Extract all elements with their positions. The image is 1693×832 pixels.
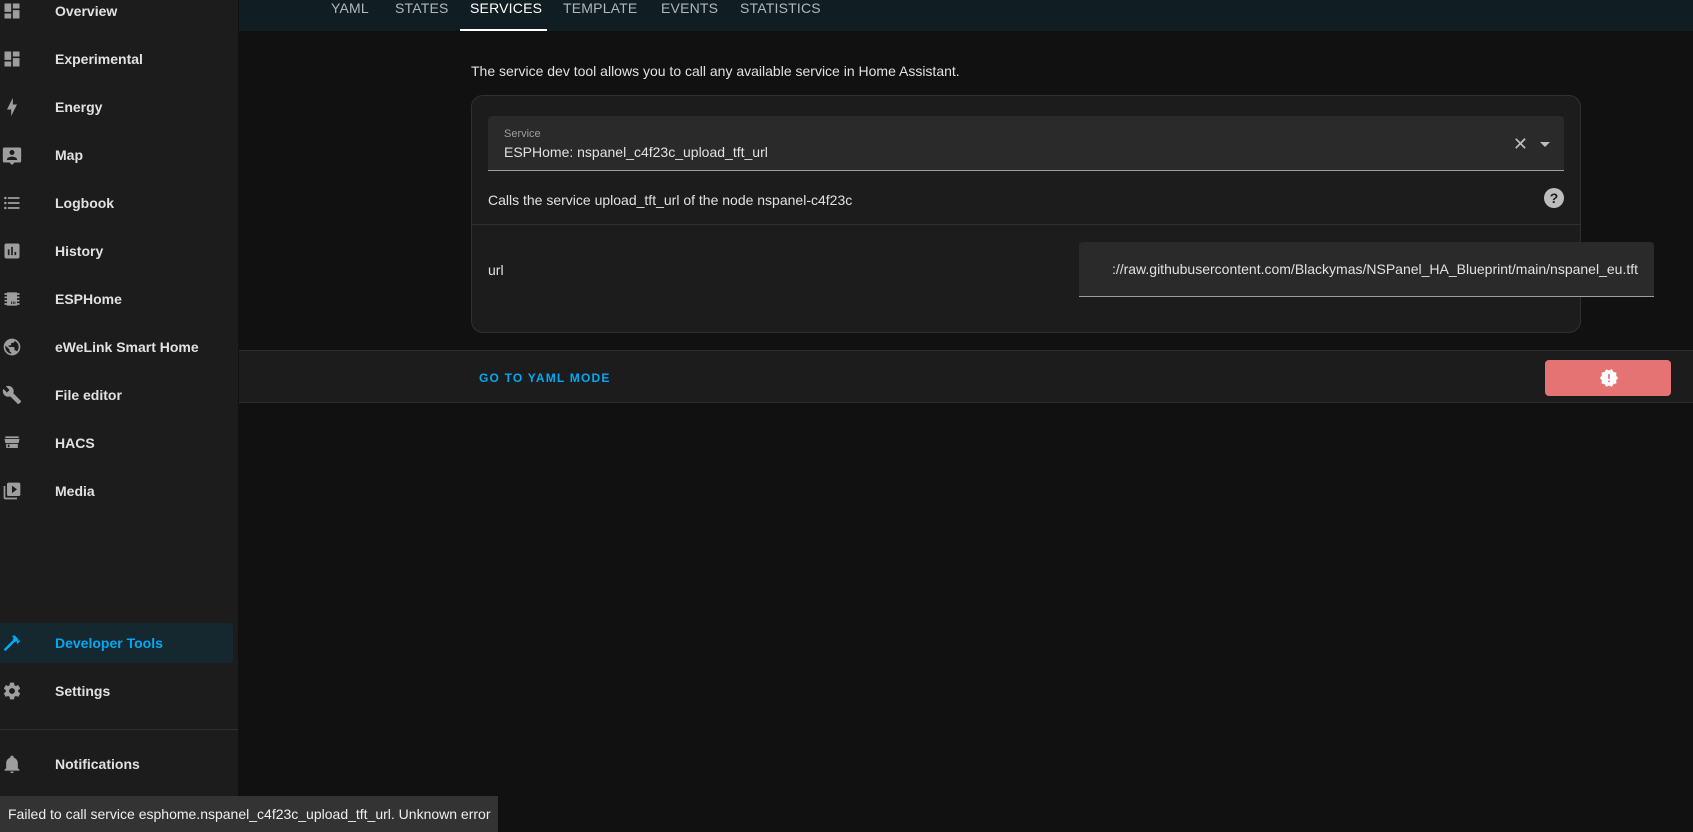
tab-bar: YAML STATES SERVICES TEMPLATE EVENTS STA…	[239, 0, 1693, 31]
sidebar-item-label: Overview	[55, 3, 118, 19]
intro-text: The service dev tool allows you to call …	[471, 63, 960, 79]
sidebar-item-label: File editor	[55, 387, 122, 403]
service-field-value: ESPHome: nspanel_c4f23c_upload_tft_url	[504, 144, 768, 160]
sidebar-item-label: Media	[55, 483, 95, 499]
tab-label: STATES	[395, 0, 449, 16]
sidebar-item-energy[interactable]: Energy	[0, 87, 233, 127]
sidebar-item-logbook[interactable]: Logbook	[0, 183, 233, 223]
service-card: Service ESPHome: nspanel_c4f23c_upload_t…	[471, 95, 1654, 333]
sidebar-item-label: Map	[55, 147, 83, 163]
close-icon[interactable]: ✕	[1513, 135, 1528, 153]
play-box-multiple-icon	[0, 479, 24, 503]
service-picker[interactable]: Service ESPHome: nspanel_c4f23c_upload_t…	[488, 116, 1564, 171]
sidebar-item-label: Energy	[55, 99, 103, 115]
sidebar-item-label: Logbook	[55, 195, 115, 211]
tab-yaml[interactable]: YAML	[331, 0, 371, 31]
hammer-icon	[0, 631, 24, 655]
chevron-down-icon[interactable]	[1540, 142, 1550, 147]
tab-services[interactable]: SERVICES	[460, 0, 547, 31]
sidebar: Overview Experimental Energy Map Logbook…	[0, 0, 239, 832]
bell-icon	[0, 752, 24, 776]
chart-box-icon	[0, 239, 24, 263]
sidebar-item-label: Experimental	[55, 51, 143, 67]
sidebar-item-label: History	[55, 243, 104, 259]
sidebar-item-hacs[interactable]: HACS	[0, 423, 233, 463]
error-toast: Failed to call service esphome.nspanel_c…	[0, 796, 498, 832]
sidebar-item-media[interactable]: Media	[0, 471, 233, 511]
sidebar-item-label: Settings	[55, 683, 111, 699]
sidebar-item-label: HACS	[55, 435, 95, 451]
map-account-icon	[0, 143, 24, 167]
tab-statistics[interactable]: STATISTICS	[740, 0, 821, 31]
go-to-yaml-mode-button[interactable]: GO TO YAML MODE	[479, 371, 611, 385]
service-field-label: Service	[504, 128, 541, 140]
tab-states[interactable]: STATES	[395, 0, 449, 31]
earth-icon	[0, 335, 24, 359]
tab-label: EVENTS	[661, 0, 719, 16]
sidebar-item-developer-tools[interactable]: Developer Tools	[0, 623, 233, 663]
tab-label: STATISTICS	[740, 0, 821, 16]
tab-label: SERVICES	[470, 0, 543, 16]
lightning-bolt-icon	[0, 95, 24, 119]
format-list-bulleted-icon	[0, 191, 24, 215]
wrench-icon	[0, 383, 24, 407]
sidebar-item-esphome[interactable]: ESPHome	[0, 279, 233, 319]
tab-label: YAML	[331, 0, 369, 16]
sidebar-item-ewelink[interactable]: eWeLink Smart Home	[0, 327, 233, 367]
sidebar-item-label: ESPHome	[55, 291, 122, 307]
help-icon[interactable]: ?	[1544, 188, 1564, 208]
chip-icon	[0, 287, 24, 311]
sidebar-item-experimental[interactable]: Experimental	[0, 39, 233, 79]
hacs-store-icon	[0, 431, 24, 455]
sidebar-divider	[0, 729, 238, 730]
url-field[interactable]	[1079, 242, 1654, 297]
action-bar: GO TO YAML MODE	[239, 350, 1693, 403]
tab-events[interactable]: EVENTS	[661, 0, 719, 31]
service-description: Calls the service upload_tft_url of the …	[488, 192, 853, 208]
sidebar-item-label: Developer Tools	[55, 635, 163, 651]
url-input[interactable]	[1079, 242, 1654, 296]
sidebar-item-settings[interactable]: Settings	[0, 671, 233, 711]
view-dashboard-icon	[0, 0, 24, 23]
sidebar-item-file-editor[interactable]: File editor	[0, 375, 233, 415]
sidebar-item-map[interactable]: Map	[0, 135, 233, 175]
tab-label: TEMPLATE	[563, 0, 638, 16]
card-divider	[472, 224, 1580, 225]
sidebar-item-history[interactable]: History	[0, 231, 233, 271]
url-label: url	[488, 262, 504, 278]
sidebar-item-overview[interactable]: Overview	[0, 0, 233, 31]
tab-template[interactable]: TEMPLATE	[563, 0, 637, 31]
sidebar-item-label: Notifications	[55, 756, 140, 772]
sidebar-item-notifications[interactable]: Notifications	[0, 744, 233, 784]
view-dashboard-icon	[0, 47, 24, 71]
call-service-button[interactable]	[1545, 360, 1671, 396]
alert-decagram-icon	[1599, 369, 1619, 387]
sidebar-item-label: eWeLink Smart Home	[55, 339, 199, 355]
gear-icon	[0, 679, 24, 703]
